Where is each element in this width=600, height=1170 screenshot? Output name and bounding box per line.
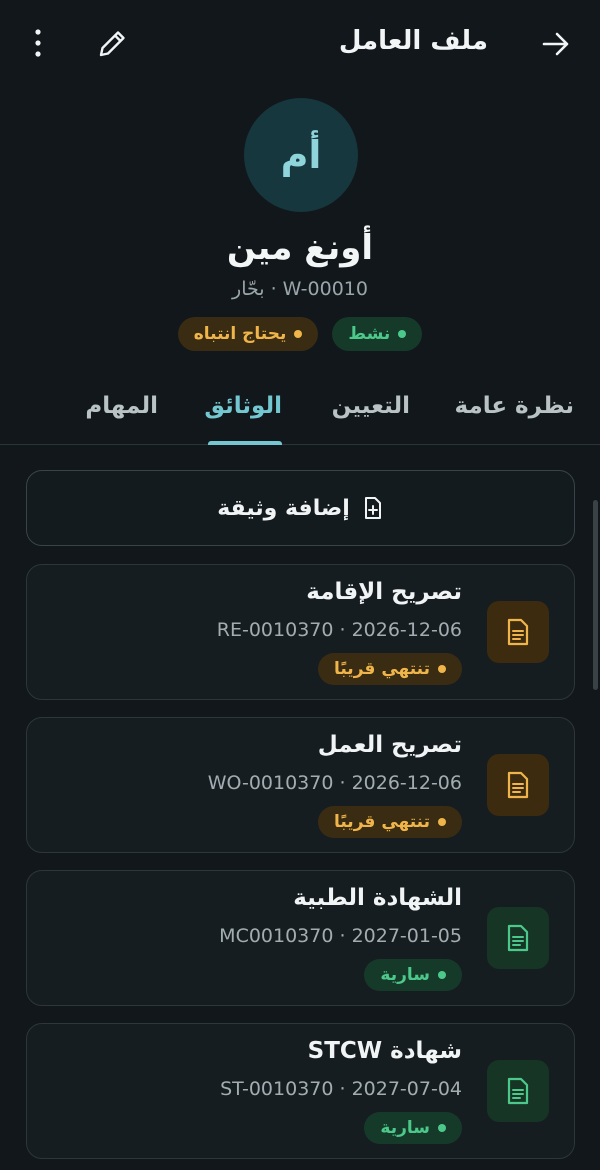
status-dot — [294, 330, 303, 338]
document-status-badge: تنتهي قريبًا — [317, 806, 462, 838]
document-title: شهادة STCW — [307, 1038, 462, 1064]
worker-name: أونغ مين — [226, 228, 374, 268]
document-card[interactable]: تصريح الإقامة RE-0010370 · 2026-12-06 تن… — [26, 564, 575, 700]
status-dot — [398, 330, 407, 338]
status-dot — [438, 971, 446, 979]
add-document-label: إضافة وثيقة — [217, 495, 350, 521]
worker-id-role: W-00010 · بحّار — [232, 278, 368, 300]
document-status-label: تنتهي قريبًا — [333, 812, 430, 832]
attention-badge-label: يحتاج انتباه — [193, 324, 287, 344]
scrollbar[interactable] — [593, 500, 598, 690]
document-title: تصريح العمل — [317, 732, 462, 758]
document-title: تصريح الإقامة — [306, 579, 462, 605]
avatar: أم — [244, 98, 358, 212]
document-status-label: سارية — [380, 965, 430, 985]
document-status-badge: تنتهي قريبًا — [317, 653, 462, 685]
status-dot — [438, 665, 446, 673]
document-status-badge: سارية — [364, 959, 462, 991]
pencil-icon[interactable] — [96, 26, 130, 60]
page-title: ملف العامل — [338, 26, 488, 56]
arrow-right-icon[interactable] — [540, 28, 572, 60]
add-document-button[interactable]: إضافة وثيقة — [26, 470, 575, 546]
top-app-bar: ملف العامل — [0, 0, 600, 88]
status-badge-label: نشط — [348, 324, 391, 344]
document-card[interactable]: تصريح العمل WO-0010370 · 2026-12-06 تنته… — [26, 717, 575, 853]
tab-tasks[interactable]: المهام — [85, 393, 158, 419]
document-status-badge: سارية — [364, 1112, 462, 1144]
document-meta: MC0010370 · 2027-01-05 — [219, 925, 462, 947]
file-plus-icon — [364, 497, 381, 519]
status-dot — [438, 818, 446, 826]
document-meta: ST-0010370 · 2027-07-04 — [220, 1078, 462, 1100]
document-meta: RE-0010370 · 2026-12-06 — [216, 619, 462, 641]
status-badge: نشط — [332, 317, 423, 351]
tab-bar: نظرة عامة التعيين الوثائق المهام — [0, 385, 600, 445]
active-tab-indicator — [208, 441, 282, 445]
document-meta: WO-0010370 · 2026-12-06 — [207, 772, 462, 794]
document-card[interactable]: الشهادة الطبية MC0010370 · 2027-01-05 سا… — [26, 870, 575, 1006]
document-status-label: سارية — [380, 1118, 430, 1138]
document-icon — [487, 1060, 549, 1122]
document-icon — [487, 754, 549, 816]
document-icon — [487, 907, 549, 969]
document-status-label: تنتهي قريبًا — [333, 659, 430, 679]
document-card[interactable]: شهادة STCW ST-0010370 · 2027-07-04 سارية — [26, 1023, 575, 1159]
status-dot — [438, 1124, 446, 1132]
document-title: الشهادة الطبية — [293, 885, 462, 911]
status-badges: نشط يحتاج انتباه — [0, 317, 600, 351]
more-vertical-icon[interactable] — [26, 26, 50, 60]
tab-assignment[interactable]: التعيين — [332, 393, 410, 419]
tab-documents[interactable]: الوثائق — [204, 393, 282, 419]
document-icon — [487, 601, 549, 663]
tab-overview[interactable]: نظرة عامة — [455, 393, 574, 419]
attention-badge: يحتاج انتباه — [177, 317, 319, 351]
